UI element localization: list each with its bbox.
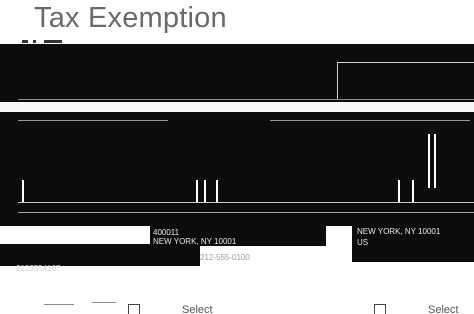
field-divider bbox=[337, 62, 338, 100]
page-title: Tax Exemption bbox=[34, 2, 227, 34]
address-one-line2: NEW YORK, NY 10001 bbox=[153, 237, 237, 246]
address-one-phone: 212-555-0100 bbox=[200, 253, 250, 262]
panel-top-band bbox=[0, 218, 474, 226]
details-rule-left bbox=[18, 120, 168, 121]
field-top-rule bbox=[337, 62, 474, 63]
form-band bbox=[0, 62, 474, 102]
address-two-code: US bbox=[357, 238, 369, 247]
col-marker-3 bbox=[204, 180, 206, 202]
select-label-2[interactable]: Select bbox=[428, 304, 459, 314]
account-id: 2123554107 bbox=[16, 264, 61, 273]
col-marker-6 bbox=[412, 180, 414, 202]
scroll-stripe-2 bbox=[434, 134, 436, 188]
select-checkbox-2[interactable] bbox=[374, 304, 386, 314]
gap-band bbox=[0, 102, 474, 112]
address-two-city: NEW YORK, NY 10001 bbox=[357, 227, 441, 236]
header-band bbox=[0, 44, 474, 62]
table-rule bbox=[18, 212, 474, 213]
selection-footer: Select Select bbox=[0, 280, 474, 314]
tax-exemption-page: Tax Exemption · · · · · · · · · · · · · … bbox=[0, 0, 474, 314]
table-band bbox=[0, 188, 474, 218]
select-label-1[interactable]: Select bbox=[182, 304, 213, 314]
col-marker-5 bbox=[398, 180, 400, 202]
col-marker-2 bbox=[196, 180, 198, 202]
address-panel: 400011 NEW YORK, NY 10001 212-555-0100 N… bbox=[0, 218, 474, 280]
scroll-stripe-1 bbox=[428, 134, 430, 188]
footer-rule-2 bbox=[92, 302, 116, 303]
col-marker-4 bbox=[216, 180, 218, 202]
details-rule-right bbox=[270, 120, 470, 121]
col-marker-1 bbox=[22, 180, 24, 202]
address-one-line1: 400011 bbox=[153, 228, 180, 237]
details-band bbox=[0, 112, 474, 134]
content-band bbox=[0, 134, 474, 188]
footer-rule-1 bbox=[44, 304, 74, 305]
select-checkbox-1[interactable] bbox=[128, 304, 140, 314]
table-header-rule bbox=[18, 202, 474, 203]
title-mask bbox=[0, 34, 474, 44]
account-block bbox=[0, 244, 200, 266]
code-chip bbox=[76, 230, 106, 236]
